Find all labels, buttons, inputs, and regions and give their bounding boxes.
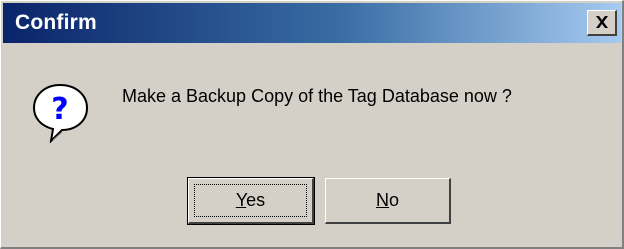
yes-button[interactable]: Yes	[187, 177, 315, 225]
dialog-title: Confirm	[15, 11, 97, 34]
close-button[interactable]	[587, 10, 617, 36]
confirm-dialog: Confirm ? Make a Backup Copy of the Tag …	[0, 0, 624, 249]
question-icon: ?	[32, 83, 89, 143]
confirm-message: Make a Backup Copy of the Tag Database n…	[122, 86, 512, 106]
no-button[interactable]: No	[325, 178, 451, 224]
svg-text:?: ?	[51, 92, 68, 127]
yes-button-label: Yes	[235, 190, 266, 210]
no-button-label: No	[375, 190, 399, 210]
title-bar[interactable]: Confirm	[3, 3, 621, 43]
close-icon	[596, 16, 608, 28]
